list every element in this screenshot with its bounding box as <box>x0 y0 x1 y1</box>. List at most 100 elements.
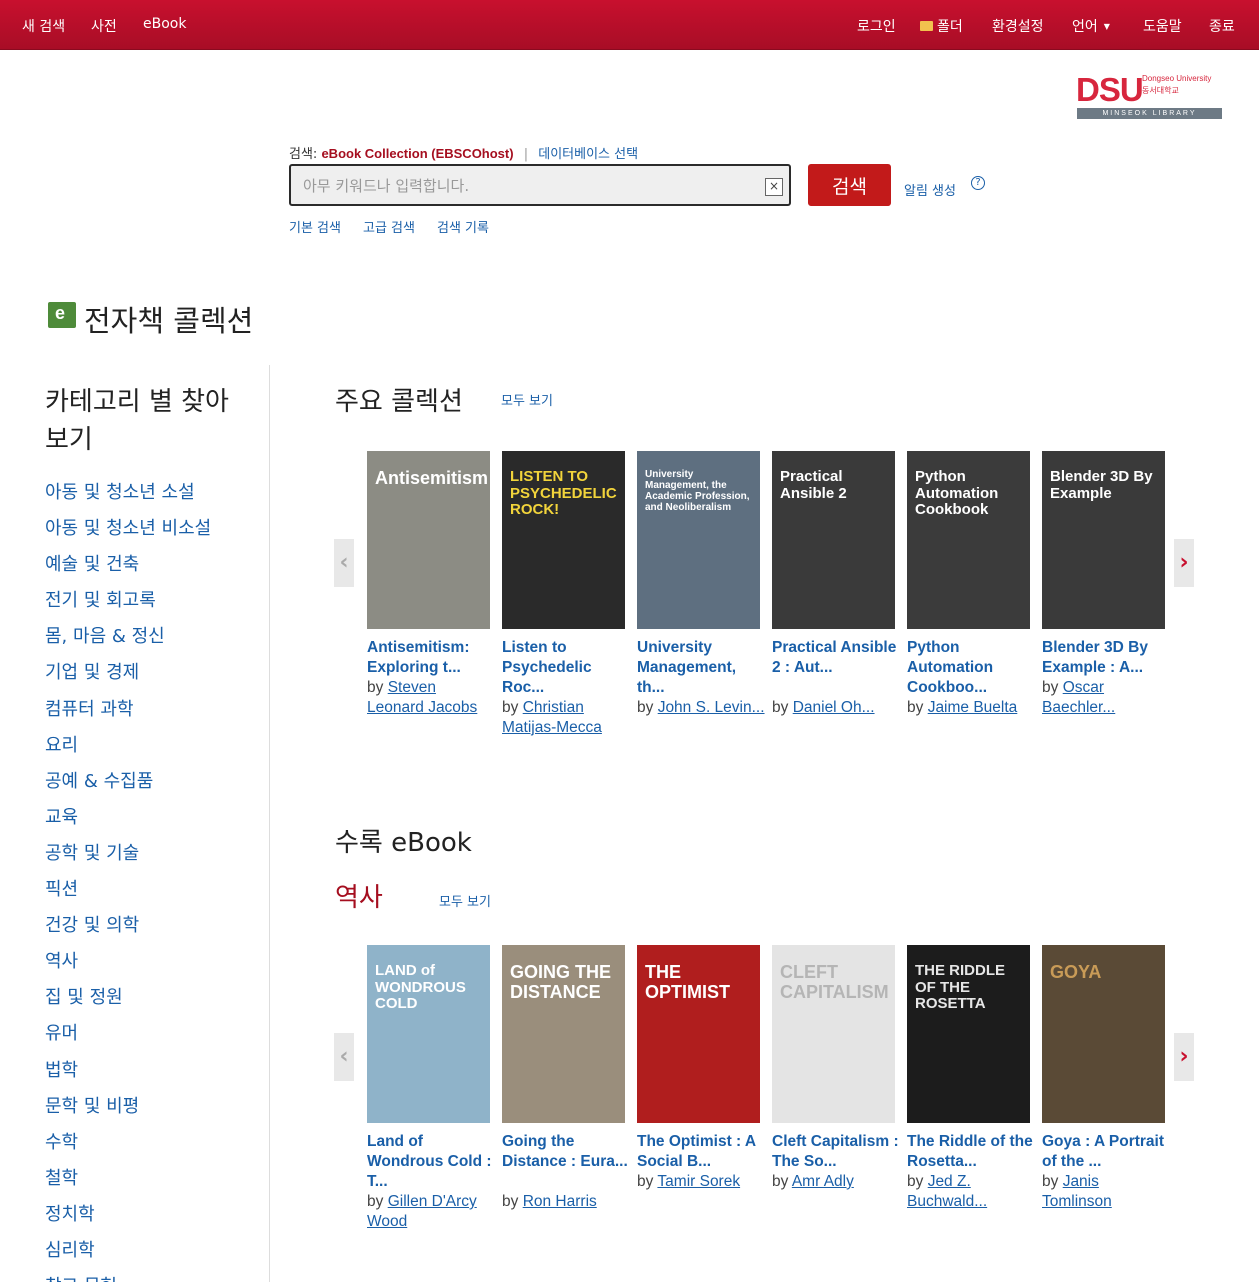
book-author-link[interactable]: Daniel Oh... <box>793 699 875 716</box>
library-logo[interactable]: DSU Dongseo University 동서대학교 MINSEOK LIB… <box>1076 72 1224 120</box>
book-cover[interactable]: GOYA <box>1042 945 1165 1123</box>
book-title-link[interactable]: Antisemitism: Exploring t... <box>367 638 495 678</box>
book-title-link[interactable]: Practical Ansible 2 : Aut... <box>772 638 900 678</box>
book-title-link[interactable]: Land of Wondrous Cold : T... <box>367 1132 495 1192</box>
book-title-link[interactable]: Blender 3D By Example : A... <box>1042 638 1170 678</box>
category-link[interactable]: 역사 <box>45 951 78 972</box>
category-link[interactable]: 전기 및 회고록 <box>45 590 156 611</box>
dictionary-link[interactable]: 사전 <box>91 16 117 36</box>
book-cover[interactable]: GOING THE DISTANCE <box>502 945 625 1123</box>
category-item: 정치학 <box>45 1203 211 1239</box>
book-title-link[interactable]: Python Automation Cookboo... <box>907 638 1035 698</box>
category-link[interactable]: 몸, 마음 & 정신 <box>45 626 165 647</box>
category-item: 공학 및 기술 <box>45 842 211 878</box>
book-author-link[interactable]: Ron Harris <box>523 1193 597 1210</box>
help-link[interactable]: 도움말 <box>1143 16 1182 36</box>
book-cover[interactable]: LISTEN TO PSYCHEDELIC ROCK! <box>502 451 625 629</box>
search-button[interactable]: 검색 <box>808 164 891 206</box>
book-cover[interactable]: Antisemitism <box>367 451 490 629</box>
category-item: 유머 <box>45 1022 211 1058</box>
book-title-link[interactable]: The Riddle of the Rosetta... <box>907 1132 1035 1172</box>
category-link[interactable]: 철학 <box>45 1168 78 1189</box>
featured-section-title: 주요 콜렉션 <box>335 387 463 417</box>
history-next-arrow-icon[interactable]: › <box>1174 1033 1194 1081</box>
category-link[interactable]: 교육 <box>45 807 78 828</box>
category-item: 철학 <box>45 1167 211 1203</box>
help-icon[interactable]: ? <box>971 176 985 190</box>
book-cover[interactable]: LAND of WONDROUS COLD <box>367 945 490 1123</box>
book-author-link[interactable]: Amr Adly <box>792 1173 854 1190</box>
category-item: 아동 및 청소년 소설 <box>45 481 211 517</box>
book-cover[interactable]: THE OPTIMIST <box>637 945 760 1123</box>
history-prev-arrow-icon[interactable]: ‹ <box>334 1033 354 1081</box>
preferences-link[interactable]: 환경설정 <box>992 16 1044 36</box>
category-item: 심리학 <box>45 1239 211 1275</box>
book-cover[interactable]: Python Automation Cookbook <box>907 451 1030 629</box>
book-title-link[interactable]: Listen to Psychedelic Roc... <box>502 638 630 698</box>
category-link[interactable]: 정치학 <box>45 1204 95 1225</box>
category-link[interactable]: 건강 및 의학 <box>45 915 139 936</box>
book-cover[interactable]: Blender 3D By Example <box>1042 451 1165 629</box>
exit-link[interactable]: 종료 <box>1209 16 1235 36</box>
featured-see-all-link[interactable]: 모두 보기 <box>501 390 553 409</box>
book-cover-text: Python Automation Cookbook <box>915 468 999 518</box>
category-link[interactable]: 유머 <box>45 1023 78 1044</box>
search-history-link[interactable]: 검색 기록 <box>437 217 489 236</box>
book-title-link[interactable]: Goya : A Portrait of the ... <box>1042 1132 1170 1172</box>
book-cover[interactable]: CLEFT CAPITALISM <box>772 945 895 1123</box>
book-title-link[interactable]: Going the Distance : Eura... <box>502 1132 630 1172</box>
book-title-link[interactable]: The Optimist : A Social B... <box>637 1132 765 1172</box>
category-link[interactable]: 예술 및 건축 <box>45 554 139 575</box>
category-link[interactable]: 참고 문헌 <box>45 1276 117 1282</box>
category-link[interactable]: 집 및 정원 <box>45 987 123 1008</box>
create-alert-link[interactable]: 알림 생성 <box>904 180 956 199</box>
choose-database-link[interactable]: 데이터베이스 선택 <box>538 147 638 162</box>
category-item: 역사 <box>45 950 211 986</box>
login-link[interactable]: 로그인 <box>857 16 896 36</box>
category-link[interactable]: 컴퓨터 과학 <box>45 699 134 720</box>
category-link[interactable]: 심리학 <box>45 1240 95 1261</box>
book-author-link[interactable]: Tamir Sorek <box>657 1173 740 1190</box>
category-item: 아동 및 청소년 비소설 <box>45 517 211 553</box>
history-see-all-link[interactable]: 모두 보기 <box>439 891 491 910</box>
book-cover-text: THE OPTIMIST <box>645 962 730 1002</box>
category-link[interactable]: 공학 및 기술 <box>45 843 139 864</box>
featured-prev-arrow-icon[interactable]: ‹ <box>334 539 354 587</box>
category-link[interactable]: 법학 <box>45 1060 78 1081</box>
category-item: 예술 및 건축 <box>45 553 211 589</box>
category-link[interactable]: 공예 & 수집품 <box>45 771 153 792</box>
category-list: 아동 및 청소년 소설아동 및 청소년 비소설예술 및 건축전기 및 회고록몸,… <box>45 481 211 1282</box>
category-link[interactable]: 요리 <box>45 735 78 756</box>
book-cover[interactable]: THE RIDDLE OF THE ROSETTA <box>907 945 1030 1123</box>
book-author-line: by John S. Levin... <box>637 698 765 718</box>
search-input[interactable] <box>303 174 758 198</box>
language-menu[interactable]: 언어 ▼ <box>1072 16 1110 36</box>
book-cover[interactable]: University Management, the Academic Prof… <box>637 451 760 629</box>
new-search-link[interactable]: 새 검색 <box>22 16 65 36</box>
category-link[interactable]: 아동 및 청소년 비소설 <box>45 518 211 539</box>
book-author-link[interactable]: Gillen D'Arcy Wood <box>367 1193 477 1230</box>
category-item: 문학 및 비평 <box>45 1095 211 1131</box>
basic-search-link[interactable]: 기본 검색 <box>289 217 341 236</box>
category-item: 몸, 마음 & 정신 <box>45 625 211 661</box>
category-link[interactable]: 픽션 <box>45 879 78 900</box>
folder-link[interactable]: 폴더 <box>920 16 963 36</box>
category-link[interactable]: 문학 및 비평 <box>45 1096 139 1117</box>
book-cover[interactable]: Practical Ansible 2 <box>772 451 895 629</box>
book-author-line: by Christian Matijas-Mecca <box>502 698 630 738</box>
clear-icon[interactable]: × <box>765 178 783 196</box>
featured-next-arrow-icon[interactable]: › <box>1174 539 1194 587</box>
category-link[interactable]: 아동 및 청소년 소설 <box>45 482 195 503</box>
top-navigation-bar: 새 검색 사전 eBook 로그인 폴더 환경설정 언어 ▼ 도움말 종료 <box>0 0 1259 50</box>
by-label: by <box>637 1173 654 1190</box>
category-link[interactable]: 수학 <box>45 1132 78 1153</box>
ebook-link[interactable]: eBook <box>143 16 186 32</box>
category-link[interactable]: 기업 및 경제 <box>45 662 139 683</box>
book-author-link[interactable]: Jaime Buelta <box>928 699 1018 716</box>
book-author-link[interactable]: Steven Leonard Jacobs <box>367 679 477 716</box>
book-author-link[interactable]: John S. Levin... <box>658 699 765 716</box>
book-author-line: by Daniel Oh... <box>772 698 900 718</box>
book-title-link[interactable]: University Management, th... <box>637 638 765 698</box>
advanced-search-link[interactable]: 고급 검색 <box>363 217 415 236</box>
book-title-link[interactable]: Cleft Capitalism : The So... <box>772 1132 900 1172</box>
